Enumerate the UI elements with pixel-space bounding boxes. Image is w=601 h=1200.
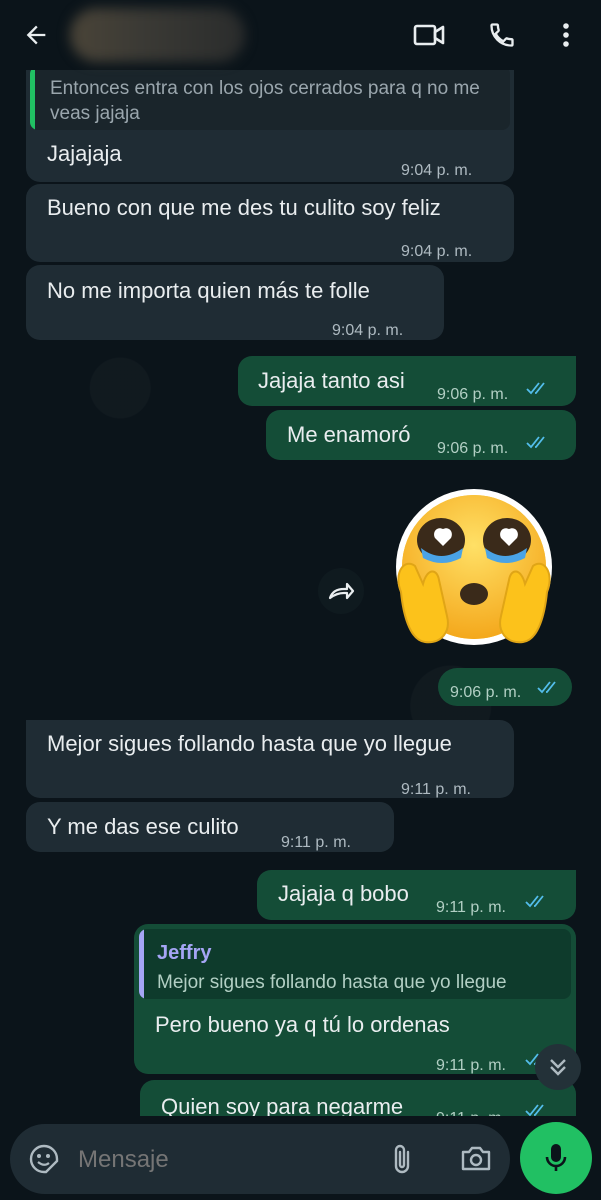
message-text: Jajaja q bobo (278, 881, 409, 906)
read-ticks-icon (526, 382, 545, 395)
message-text: Mejor sigues follando hasta que yo llegu… (47, 731, 452, 756)
arrow-left-icon[interactable] (18, 17, 54, 53)
quote-accent-bar (139, 929, 144, 999)
sticker-time-badge: 9:06 p. m. (438, 668, 572, 706)
message-time: 9:11 p. m. (436, 899, 506, 916)
read-ticks-icon (525, 895, 544, 908)
quoted-message-text: Mejor sigues follando hasta que yo llegu… (157, 972, 507, 993)
quote-accent-bar (30, 66, 35, 130)
message-outgoing[interactable]: Me enamoró 9:06 p. m. (266, 410, 576, 460)
message-time: 9:04 p. m. (332, 322, 404, 339)
message-incoming[interactable]: Bueno con que me des tu culito soy feliz… (26, 184, 514, 262)
chat-header (0, 0, 601, 70)
message-time: 9:06 p. m. (450, 684, 522, 701)
scroll-to-bottom-button[interactable] (535, 1044, 581, 1090)
pleading-face-hands-sticker (396, 489, 552, 645)
message-time: 9:11 p. m. (436, 1104, 506, 1116)
message-input-bar (10, 1124, 510, 1194)
message-text: Pero bueno ya q tú lo ordenas (155, 1012, 450, 1037)
read-ticks-icon (526, 436, 545, 449)
quoted-message[interactable]: Entonces entra con los ojos cerrados par… (30, 66, 510, 130)
message-text: Y me das ese culito (47, 814, 239, 839)
message-text: No me importa quien más te folle (47, 278, 370, 303)
video-camera-icon[interactable] (411, 17, 447, 53)
quote-author: Jeffry (157, 942, 212, 964)
message-incoming[interactable]: Entonces entra con los ojos cerrados par… (26, 58, 514, 182)
read-ticks-icon (537, 681, 556, 694)
message-time: 9:04 p. m. (401, 243, 473, 260)
message-time: 9:11 p. m. (401, 781, 471, 798)
forward-arrow-icon (328, 582, 355, 600)
message-outgoing-reply[interactable]: Jeffry Mejor sigues follando hasta que y… (134, 924, 576, 1074)
sticker-message[interactable] (383, 482, 565, 664)
message-time: 9:06 p. m. (437, 386, 509, 403)
message-outgoing[interactable]: Quien soy para negarme 9:11 p. m. (140, 1080, 576, 1116)
message-text: Me enamoró (287, 422, 411, 447)
forward-button[interactable] (318, 568, 364, 614)
double-chevron-down-icon (550, 1059, 566, 1076)
message-input[interactable] (76, 1141, 360, 1179)
message-incoming[interactable]: Mejor sigues follando hasta que yo llegu… (26, 720, 514, 798)
message-incoming[interactable]: No me importa quien más te folle 9:04 p.… (26, 265, 444, 340)
message-time: 9:11 p. m. (436, 1057, 506, 1074)
quoted-message[interactable]: Jeffry Mejor sigues follando hasta que y… (139, 929, 571, 999)
message-outgoing[interactable]: Jajaja tanto asi 9:06 p. m. (238, 356, 576, 406)
phone-icon[interactable] (484, 17, 520, 53)
quoted-message-text: Entonces entra con los ojos cerrados par… (50, 78, 480, 124)
message-text: Quien soy para negarme (161, 1094, 404, 1116)
read-ticks-icon (525, 1104, 544, 1116)
camera-icon[interactable] (460, 1144, 492, 1177)
message-time: 9:11 p. m. (281, 834, 351, 851)
message-outgoing[interactable]: Jajaja q bobo 9:11 p. m. (257, 870, 576, 920)
voice-record-button[interactable] (520, 1122, 592, 1194)
microphone-icon (545, 1144, 567, 1171)
message-time: 9:06 p. m. (437, 440, 509, 457)
message-text: Jajaja tanto asi (258, 368, 405, 393)
sticker-smile-icon[interactable] (28, 1143, 60, 1180)
paperclip-icon[interactable] (390, 1142, 416, 1181)
message-text: Jajajaja (47, 141, 122, 166)
more-vertical-icon[interactable] (548, 17, 584, 53)
message-incoming[interactable]: Y me das ese culito 9:11 p. m. (26, 802, 394, 852)
message-time: 9:04 p. m. (401, 162, 473, 179)
message-text: Bueno con que me des tu culito soy feliz (47, 195, 441, 220)
contact-avatar-blurred[interactable] (70, 8, 245, 62)
